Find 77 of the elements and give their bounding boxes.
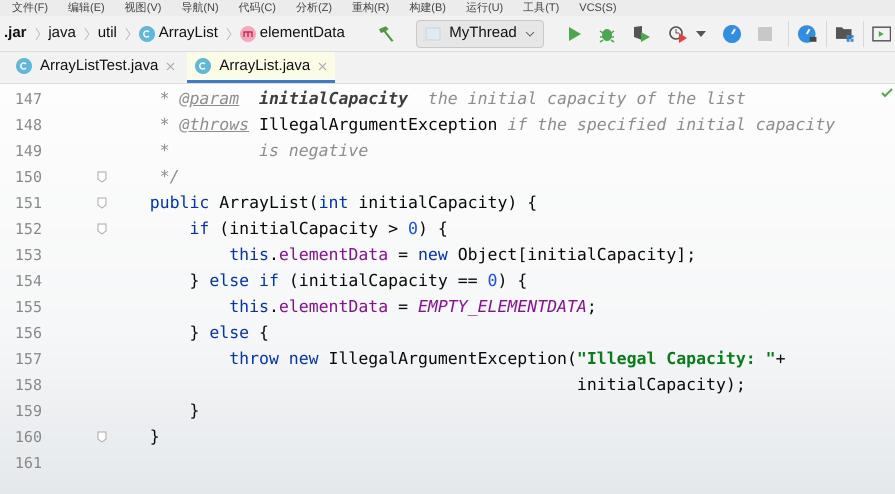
line-number: 156 bbox=[14, 322, 42, 344]
check-icon bbox=[881, 88, 893, 98]
line-number: 160 bbox=[14, 426, 42, 448]
code-line: this.elementData = new Object[initialCapacity]; bbox=[228, 244, 696, 266]
code-line: } bbox=[148, 426, 160, 448]
line-number: 161 bbox=[14, 452, 42, 474]
code-line: * is negative bbox=[158, 140, 368, 162]
menu-item[interactable]: 视图(V) bbox=[124, 2, 162, 14]
shield-play-icon[interactable] bbox=[632, 24, 652, 42]
clock-play-icon[interactable] bbox=[668, 24, 688, 42]
chevron-icon bbox=[226, 26, 232, 42]
chevron-icon bbox=[34, 26, 40, 42]
code-line: public ArrayList(int initialCapacity) { bbox=[148, 192, 538, 214]
window-icon bbox=[425, 26, 442, 42]
menu-item[interactable]: 重构(R) bbox=[352, 2, 390, 14]
menu-item[interactable]: 代码(C) bbox=[238, 2, 276, 14]
method-icon bbox=[240, 26, 256, 42]
code-line: this.elementData = EMPTY_ELEMENTDATA; bbox=[228, 296, 597, 318]
line-number: 149 bbox=[14, 140, 42, 162]
line-number: 148 bbox=[14, 114, 42, 136]
tab-label: ArrayListTest.java bbox=[40, 56, 158, 76]
menu-item[interactable]: 编辑(E) bbox=[68, 2, 105, 14]
breadcrumb[interactable]: ArrayList bbox=[138, 22, 218, 45]
line-number: 150 bbox=[14, 166, 42, 188]
breadcrumb[interactable]: java bbox=[48, 22, 76, 45]
breadcrumb[interactable]: elementData bbox=[240, 22, 345, 45]
line-number: 157 bbox=[14, 348, 42, 370]
class-icon bbox=[195, 58, 212, 74]
code-line: initialCapacity); bbox=[576, 374, 746, 396]
close-icon[interactable] bbox=[166, 62, 176, 70]
menu-item[interactable]: 工具(T) bbox=[523, 2, 560, 14]
line-number: 159 bbox=[14, 400, 42, 422]
code-line: */ bbox=[158, 166, 180, 188]
menu-item[interactable]: VCS(S) bbox=[579, 2, 617, 14]
chevron-icon bbox=[84, 26, 90, 42]
fold-marker-icon[interactable] bbox=[97, 197, 107, 209]
breadcrumb[interactable]: .jar bbox=[4, 22, 27, 45]
run-config-dropdown[interactable]: MyThread bbox=[416, 20, 544, 48]
menu-item[interactable]: 导航(N) bbox=[181, 2, 219, 14]
line-number: 147 bbox=[14, 88, 42, 110]
terminal-window-icon[interactable] bbox=[872, 26, 891, 42]
caret-icon bbox=[524, 30, 535, 36]
tab-label: ArrayList.java bbox=[219, 56, 310, 76]
code-line: } else { bbox=[188, 322, 269, 344]
fold-marker-icon[interactable] bbox=[97, 431, 107, 443]
fold-marker-icon[interactable] bbox=[97, 223, 107, 235]
menu-item[interactable]: 文件(F) bbox=[12, 2, 48, 14]
gauge-plug-icon[interactable] bbox=[796, 24, 818, 44]
line-number: 152 bbox=[14, 218, 42, 240]
code-line: if (initialCapacity > 0) { bbox=[188, 218, 448, 240]
caret-icon[interactable] bbox=[696, 30, 706, 36]
editor-tab[interactable]: ArrayListTest.java bbox=[8, 52, 184, 83]
line-number: 151 bbox=[14, 192, 42, 214]
gauge-icon[interactable] bbox=[722, 24, 742, 44]
code-line: throw new IllegalArgumentException("Illegal Capacity: "+ bbox=[228, 348, 786, 370]
menu-item[interactable]: 分析(Z) bbox=[296, 2, 332, 14]
menu-item[interactable]: 构建(B) bbox=[409, 2, 446, 14]
stop-icon[interactable] bbox=[758, 26, 772, 40]
line-number: 153 bbox=[14, 244, 42, 266]
code-line: } else if (initialCapacity == 0) { bbox=[188, 270, 528, 292]
code-line: * @param initialCapacity the initial capacity of the list bbox=[158, 88, 746, 110]
line-number: 158 bbox=[14, 374, 42, 396]
code-line: * @throws IllegalArgumentException if the specified initial capacity bbox=[158, 114, 836, 136]
breadcrumb[interactable]: util bbox=[98, 22, 117, 45]
editor-tab[interactable]: ArrayList.java bbox=[187, 52, 336, 83]
close-icon[interactable] bbox=[318, 62, 328, 70]
menu-item[interactable]: 运行(U) bbox=[466, 2, 504, 14]
fold-marker-icon[interactable] bbox=[97, 171, 107, 183]
folder-grid-icon[interactable] bbox=[835, 24, 855, 42]
class-icon bbox=[16, 58, 32, 74]
class-icon bbox=[138, 26, 155, 42]
run-icon[interactable] bbox=[568, 26, 582, 42]
code-line: } bbox=[188, 400, 200, 422]
hammer-icon[interactable] bbox=[376, 24, 396, 42]
line-number: 154 bbox=[14, 270, 42, 292]
line-number: 155 bbox=[14, 296, 42, 318]
chevron-icon bbox=[124, 26, 131, 42]
